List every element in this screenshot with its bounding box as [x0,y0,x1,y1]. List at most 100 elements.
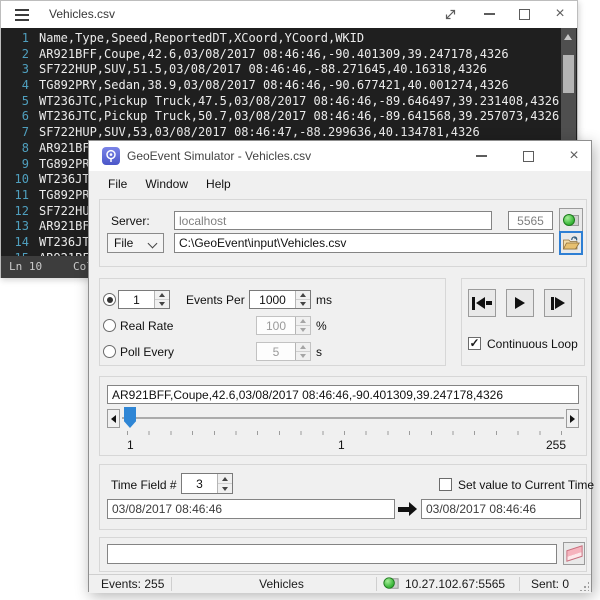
resize-grip[interactable] [579,581,589,591]
editor-line: 4TG892PRY,Sedan,38.9,03/08/2017 08:46:46… [1,78,559,94]
close-icon: × [569,148,578,164]
step-down-icon[interactable] [296,299,310,308]
editor-close-button[interactable]: × [547,3,573,25]
time-groupbox [99,464,587,530]
close-icon: × [555,6,564,22]
line-number: 7 [1,125,39,141]
line-text: WT236JT [39,235,90,249]
editor-maximize-button[interactable] [511,3,537,25]
server-host-input[interactable]: localhost [174,211,492,230]
editor-line: 2AR921BFF,Coupe,42.6,03/08/2017 08:46:46… [1,47,559,63]
arrow-left-icon [111,415,116,423]
step-forward-button[interactable] [544,289,572,317]
hamburger-menu-icon[interactable] [15,9,29,24]
line-text: AR921BFF,Coupe,42.6,03/08/2017 08:46:46,… [39,47,509,61]
events-per-radio[interactable] [103,293,116,306]
line-text: SF722HUP,SUV,53,03/08/2017 08:46:47,-88.… [39,125,480,139]
set-current-time-label: Set value to Current Time [458,478,594,492]
scroll-up-icon[interactable] [564,34,572,40]
browse-file-button[interactable] [559,231,583,255]
menu-help[interactable]: Help [197,171,240,197]
source-type-value: File [114,236,133,250]
menubar: File Window Help [89,171,591,197]
open-folder-icon [562,235,580,251]
menu-window[interactable]: Window [136,171,197,197]
chevron-down-icon [148,239,158,249]
step-forward-icon [551,297,565,310]
line-text: AR921BF [39,219,90,233]
step-up-icon [296,317,310,325]
slider-ticks [127,431,563,435]
connect-button[interactable] [559,208,583,232]
editor-expand-button[interactable] [437,3,463,25]
slider-right-button[interactable] [566,409,579,428]
play-icon [515,297,525,309]
set-current-time-checkbox[interactable] [439,478,452,491]
events-count: Events: 255 [101,577,164,591]
step-down-icon[interactable] [218,483,232,493]
progress-field [107,544,557,564]
rewind-to-start-button[interactable] [468,289,496,317]
current-event-field[interactable]: AR921BFF,Coupe,42.6,03/08/2017 08:46:46,… [107,385,579,404]
slider-current-label: 1 [338,438,345,452]
step-up-icon[interactable] [296,291,310,299]
line-number: 5 [1,94,39,110]
line-number: 10 [1,172,39,188]
event-count-stepper[interactable]: 1 [118,290,170,309]
line-number: 14 [1,235,39,251]
time-field-stepper[interactable]: 3 [181,473,233,494]
sim-close-button[interactable]: × [561,145,587,167]
slider-left-button[interactable] [107,409,120,428]
play-button[interactable] [506,289,534,317]
simulator-title: GeoEvent Simulator - Vehicles.csv [127,149,311,163]
arrow-right-icon [570,415,575,423]
editor-minimize-button[interactable] [476,3,502,25]
percent-unit-label: % [316,319,327,333]
step-up-icon [296,343,310,351]
server-address: 10.27.102.67:5565 [405,577,505,591]
sim-maximize-button[interactable] [515,145,541,167]
maximize-icon [523,151,534,162]
scrollbar-thumb[interactable] [563,55,574,93]
line-number: 11 [1,188,39,204]
real-rate-stepper: 100 [256,316,311,335]
line-number: 6 [1,109,39,125]
step-up-icon[interactable] [218,474,232,483]
simulator-window: GeoEvent Simulator - Vehicles.csv × File… [88,140,592,592]
interval-stepper[interactable]: 1000 [249,290,311,309]
source-type-dropdown[interactable]: File [107,233,164,253]
line-text: TG892PRY,Sedan,38.9,03/08/2017 08:46:46,… [39,78,509,92]
rewind-icon [472,297,492,310]
continuous-loop-label: Continuous Loop [487,337,578,351]
line-indicator: Ln 10 [9,256,42,278]
clear-button[interactable] [563,542,585,565]
time-field-value: 3 [182,474,217,493]
event-count-value: 1 [119,291,154,308]
sent-count: Sent: 0 [531,577,569,591]
server-port-input[interactable]: 5565 [508,211,553,230]
editor-line: 7SF722HUP,SUV,53,03/08/2017 08:46:47,-88… [1,125,559,141]
line-number: 2 [1,47,39,63]
step-down-icon[interactable] [155,299,169,308]
sim-minimize-button[interactable] [468,145,494,167]
minimize-icon [476,155,487,157]
line-text: WT236JTC,Pickup Truck,47.5,03/08/2017 08… [39,94,559,108]
feed-name: Vehicles [189,577,374,591]
line-text: WT236JTC,Pickup Truck,50.7,03/08/2017 08… [39,109,559,123]
time-to-field[interactable]: 03/08/2017 08:46:46 [421,499,581,519]
line-text: AR921BF [39,141,90,155]
menu-file[interactable]: File [99,171,136,197]
line-number: 9 [1,157,39,173]
geoevent-app-icon [102,147,120,170]
real-rate-radio[interactable] [103,319,116,332]
event-slider-track[interactable] [122,417,564,419]
time-field-label: Time Field # [111,478,177,492]
poll-stepper: 5 [256,342,311,361]
step-down-icon [296,325,310,334]
file-path-input[interactable]: C:\GeoEvent\input\Vehicles.csv [174,233,554,253]
step-up-icon[interactable] [155,291,169,299]
time-from-field[interactable]: 03/08/2017 08:46:46 [107,499,395,519]
line-text: TG892PR [39,188,90,202]
continuous-loop-checkbox[interactable]: ✓ [468,337,481,350]
poll-every-radio[interactable] [103,345,116,358]
